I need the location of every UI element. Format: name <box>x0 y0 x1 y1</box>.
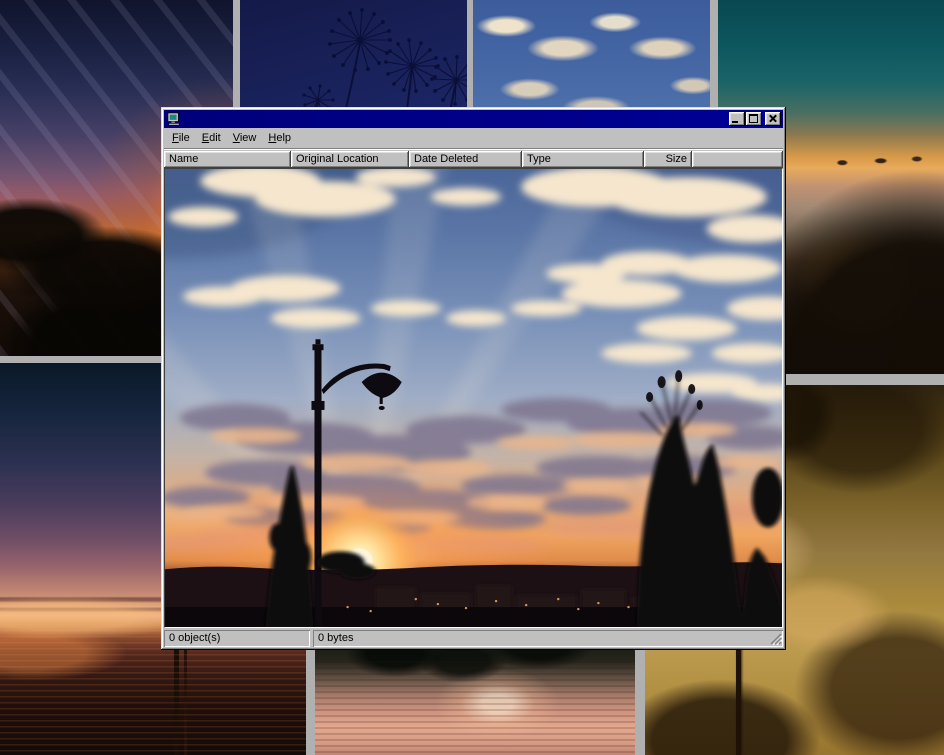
file-list-area[interactable] <box>164 168 783 628</box>
maximize-button[interactable] <box>746 112 762 126</box>
close-button[interactable] <box>765 112 781 126</box>
title-bar[interactable] <box>164 110 783 128</box>
column-header-filler <box>692 151 783 168</box>
status-bar: 0 object(s) 0 bytes <box>164 630 783 647</box>
resize-grip[interactable] <box>769 632 782 645</box>
menu-edit[interactable]: Edit <box>196 130 227 146</box>
recycle-bin-window: File Edit View Help Name Original Locati… <box>161 107 786 650</box>
minimize-button[interactable] <box>729 112 745 126</box>
column-header-size[interactable]: Size <box>644 151 692 168</box>
minimize-icon <box>732 121 738 123</box>
menu-file[interactable]: File <box>166 130 196 146</box>
pole-silhouette <box>174 635 179 755</box>
pole-silhouette <box>184 645 187 755</box>
maximize-icon <box>749 114 758 123</box>
menu-bar: File Edit View Help <box>164 128 783 148</box>
column-header-date-deleted[interactable]: Date Deleted <box>409 151 522 168</box>
column-header-original-location[interactable]: Original Location <box>291 151 409 168</box>
menu-help[interactable]: Help <box>262 130 297 146</box>
status-size: 0 bytes <box>313 630 783 647</box>
menu-view[interactable]: View <box>227 130 263 146</box>
menu-divider <box>164 148 783 150</box>
column-header-type[interactable]: Type <box>522 151 644 168</box>
computer-icon <box>167 112 181 126</box>
desktop: File Edit View Help Name Original Locati… <box>0 0 944 755</box>
sunset-streetlamp-photo <box>165 169 782 627</box>
column-header-name[interactable]: Name <box>164 151 291 168</box>
status-object-count: 0 object(s) <box>164 630 310 647</box>
column-headers: Name Original Location Date Deleted Type… <box>164 151 783 168</box>
